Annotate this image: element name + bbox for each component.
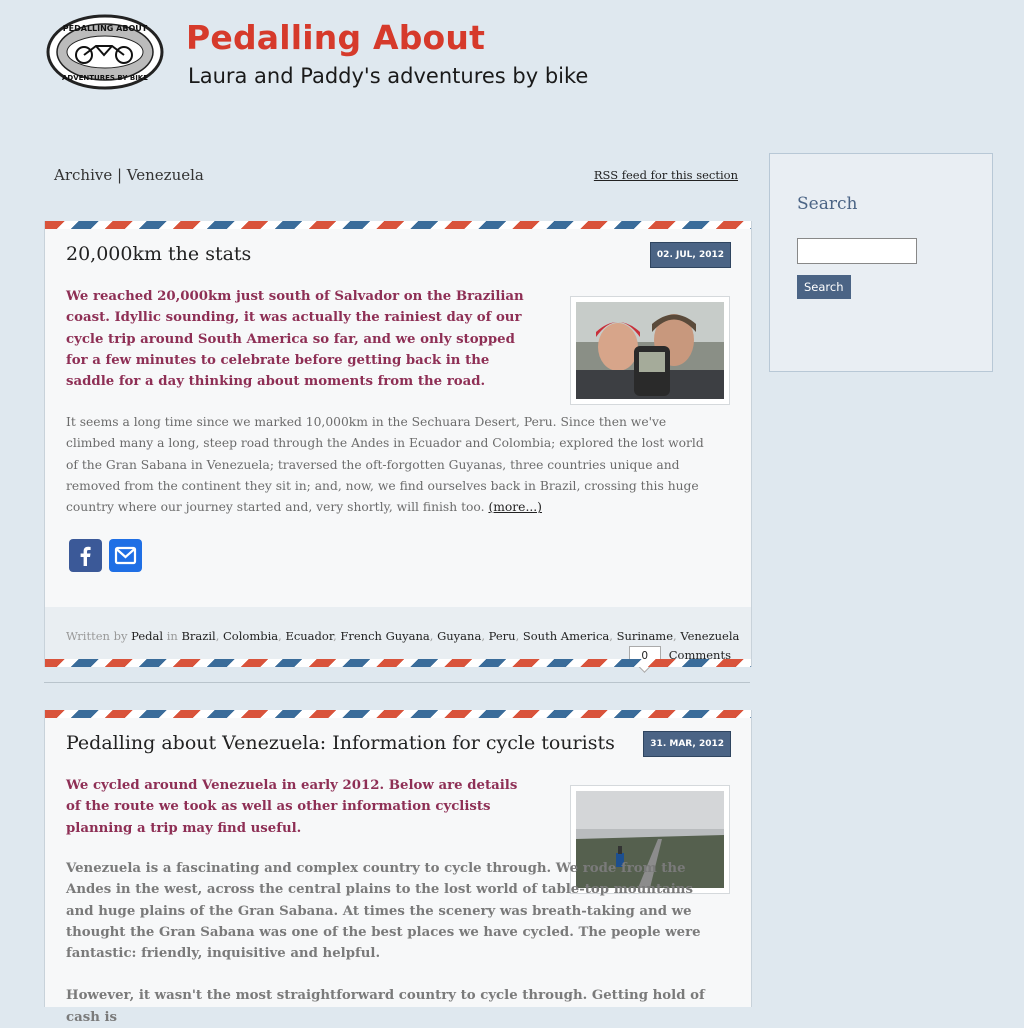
post-card: Pedalling about Venezuela: Information f… — [44, 710, 752, 1025]
svg-text:ADVENTURES BY BIKE: ADVENTURES BY BIKE — [62, 74, 148, 82]
post-title[interactable]: Pedalling about Venezuela: Information f… — [66, 732, 615, 754]
rss-feed-link[interactable]: RSS feed for this section — [594, 168, 738, 182]
facebook-share-button[interactable] — [69, 539, 102, 572]
category-link[interactable]: Suriname — [617, 629, 673, 643]
site-tagline: Laura and Paddy's adventures by bike — [188, 64, 589, 88]
airmail-border-bottom — [45, 659, 751, 667]
page-title: Archive | Venezuela — [54, 166, 204, 184]
in-label: in — [166, 629, 178, 643]
author-link[interactable]: Pedal — [131, 629, 163, 643]
category-link[interactable]: Guyana — [437, 629, 481, 643]
site-logo[interactable]: PEDALLING ABOUT ADVENTURES BY BIKE — [46, 14, 164, 90]
category-link[interactable]: Venezuela — [680, 629, 739, 643]
email-icon — [114, 546, 137, 565]
date-badge: 02. JUL, 2012 — [649, 242, 731, 268]
post-lead: We cycled around Venezuela in early 2012… — [66, 778, 518, 836]
search-button[interactable]: Search — [797, 275, 851, 299]
post-excerpt: It seems a long time since we marked 10,… — [66, 412, 716, 518]
post-lead: We reached 20,000km just south of Salvad… — [66, 289, 524, 390]
read-more-link[interactable]: (more...) — [488, 500, 542, 514]
sidebar-search-widget: Search Search — [769, 153, 993, 372]
facebook-icon — [80, 546, 91, 566]
post-excerpt-paragraph: Venezuela is a fascinating and complex c… — [66, 861, 701, 962]
date-badge: 31. MAR, 2012 — [643, 731, 731, 757]
site-title[interactable]: Pedalling About — [186, 18, 485, 57]
category-link[interactable]: Colombia — [223, 629, 278, 643]
written-by-label: Written by — [66, 629, 128, 643]
search-widget-title: Search — [797, 194, 858, 214]
category-link[interactable]: Brazil — [181, 629, 215, 643]
email-share-button[interactable] — [109, 539, 142, 572]
post-excerpt-text: It seems a long time since we marked 10,… — [66, 415, 704, 515]
airmail-border-top — [45, 221, 751, 229]
post-title[interactable]: 20,000km the stats — [66, 243, 251, 265]
post-thumbnail[interactable] — [570, 296, 730, 405]
svg-text:PEDALLING ABOUT: PEDALLING ABOUT — [63, 24, 148, 33]
post-separator — [44, 682, 750, 683]
category-link[interactable]: French Guyana — [340, 629, 429, 643]
category-link[interactable]: Ecuador — [285, 629, 333, 643]
category-link[interactable]: South America — [523, 629, 609, 643]
category-link[interactable]: Peru — [489, 629, 516, 643]
search-input[interactable] — [797, 238, 917, 264]
airmail-border-top — [45, 710, 751, 718]
post-meta: Written by Pedal in Brazil, Colombia, Ec… — [66, 629, 740, 643]
post-card: 20,000km the stats 02. JUL, 2012 We reac… — [44, 221, 752, 667]
post-excerpt: Venezuela is a fascinating and complex c… — [66, 858, 706, 1028]
